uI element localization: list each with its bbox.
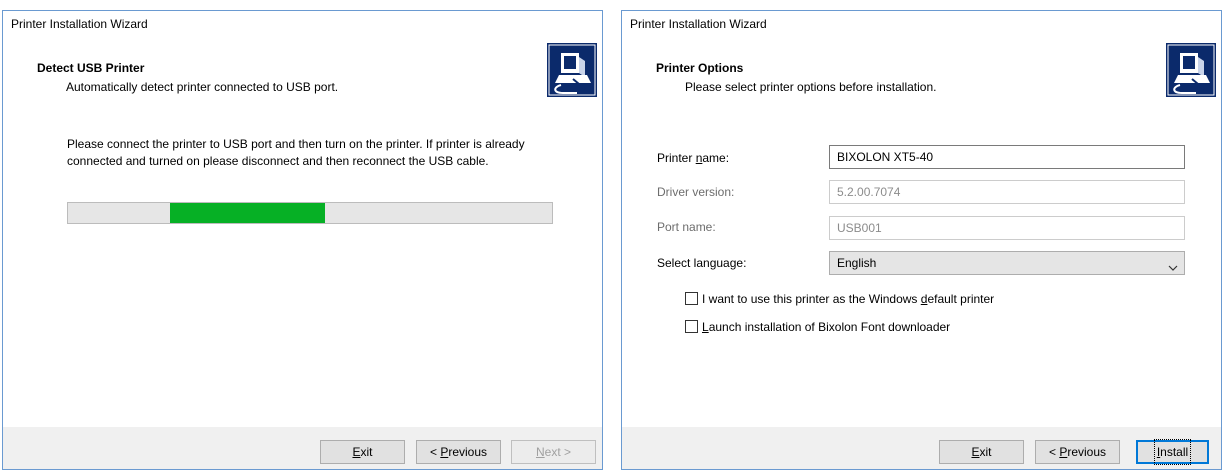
title-bar: Printer Installation Wizard xyxy=(622,11,1221,39)
detect-usb-window: Printer Installation Wizard Detect USB P… xyxy=(2,10,603,470)
select-language-label: Select language: xyxy=(657,256,747,270)
printer-setup-icon xyxy=(1166,43,1216,97)
printer-options-window: Printer Installation Wizard Printer Opti… xyxy=(621,10,1222,470)
chevron-down-icon xyxy=(1168,258,1178,271)
connect-instructions: Please connect the printer to USB port a… xyxy=(67,137,525,168)
page-heading: Detect USB Printer xyxy=(37,61,145,75)
driver-version-field: 5.2.00.7074 xyxy=(829,180,1185,204)
printer-name-input[interactable]: BIXOLON XT5-40 xyxy=(829,145,1185,169)
install-button[interactable]: Install xyxy=(1136,439,1209,465)
window-title: Printer Installation Wizard xyxy=(630,17,767,31)
title-bar: Printer Installation Wizard xyxy=(3,11,602,39)
button-bar: Exit < Previous Install xyxy=(622,427,1221,469)
port-name-field: USB001 xyxy=(829,216,1185,240)
exit-button[interactable]: Exit xyxy=(939,440,1024,464)
detection-progress-bar xyxy=(67,202,553,224)
previous-button[interactable]: < Previous xyxy=(1035,440,1120,464)
previous-button[interactable]: < Previous xyxy=(416,440,501,464)
page-subtitle: Automatically detect printer connected t… xyxy=(66,80,339,94)
printer-name-label: Printer name: xyxy=(657,151,730,165)
language-select[interactable]: English xyxy=(829,251,1185,275)
window-title: Printer Installation Wizard xyxy=(11,17,148,31)
font-downloader-checkbox[interactable] xyxy=(685,320,698,333)
language-value: English xyxy=(837,256,877,270)
default-printer-checkbox[interactable] xyxy=(685,292,698,305)
driver-version-label: Driver version: xyxy=(657,185,735,199)
printer-setup-icon xyxy=(547,43,597,97)
default-printer-label[interactable]: I want to use this printer as the Window… xyxy=(702,292,994,306)
progress-fill xyxy=(169,203,325,223)
font-downloader-label[interactable]: Launch installation of Bixolon Font down… xyxy=(702,320,950,334)
port-name-label: Port name: xyxy=(657,220,716,234)
next-button[interactable]: Next > xyxy=(511,440,596,464)
page-heading: Printer Options xyxy=(656,61,744,75)
page-subtitle: Please select printer options before ins… xyxy=(685,80,937,94)
exit-button[interactable]: Exit xyxy=(320,440,405,464)
button-bar: Exit < Previous Next > xyxy=(3,427,602,469)
